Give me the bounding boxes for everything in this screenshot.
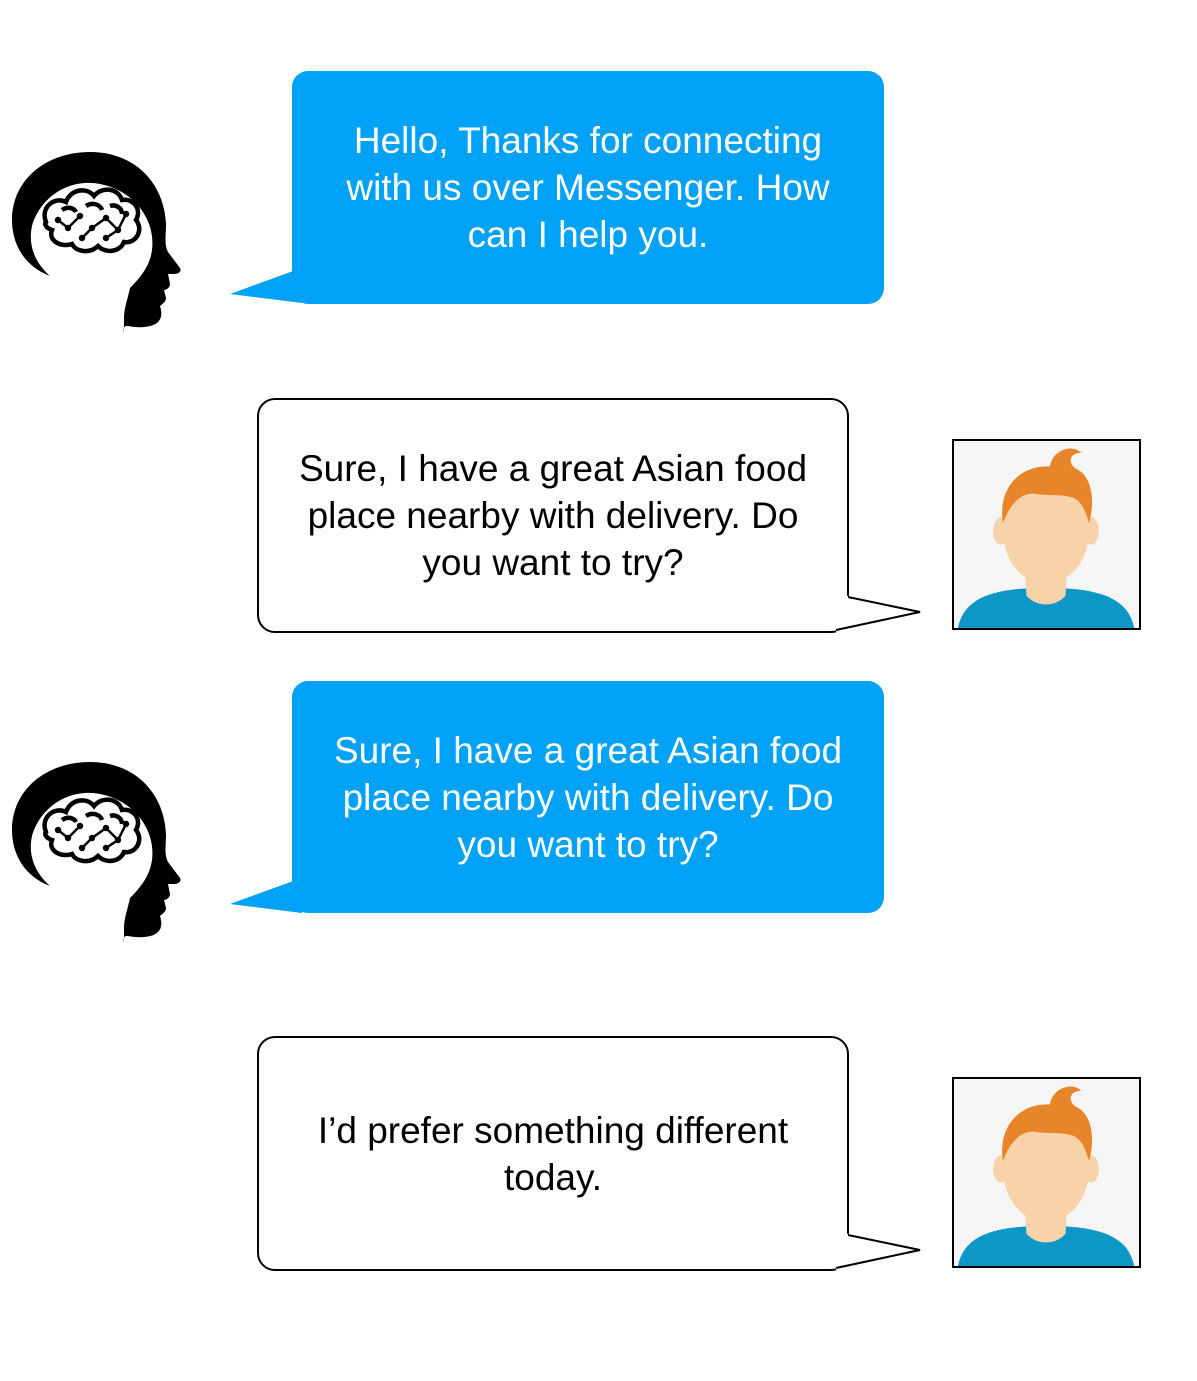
user-avatar-icon: [952, 439, 1141, 630]
bot-message-text: Hello, Thanks for connecting with us ove…: [346, 120, 830, 255]
user-message-text: I’d prefer something different today.: [317, 1109, 789, 1198]
bot-message-bubble: Hello, Thanks for connecting with us ove…: [292, 71, 884, 304]
user-message-bubble: I’d prefer something different today.: [257, 1036, 849, 1271]
user-message-bubble: Sure, I have a great Asian food place ne…: [257, 398, 849, 633]
bot-message-text: Sure, I have a great Asian food place ne…: [333, 729, 843, 865]
bot-message-bubble: Sure, I have a great Asian food place ne…: [292, 681, 884, 913]
bubble-tail: [830, 1228, 921, 1270]
robot-brain-head-icon: [12, 152, 181, 333]
robot-brain-head-icon: [12, 762, 181, 943]
user-message-text: Sure, I have a great Asian food place ne…: [298, 448, 808, 583]
bubble-tail: [830, 590, 921, 632]
user-avatar-icon: [952, 1077, 1141, 1268]
